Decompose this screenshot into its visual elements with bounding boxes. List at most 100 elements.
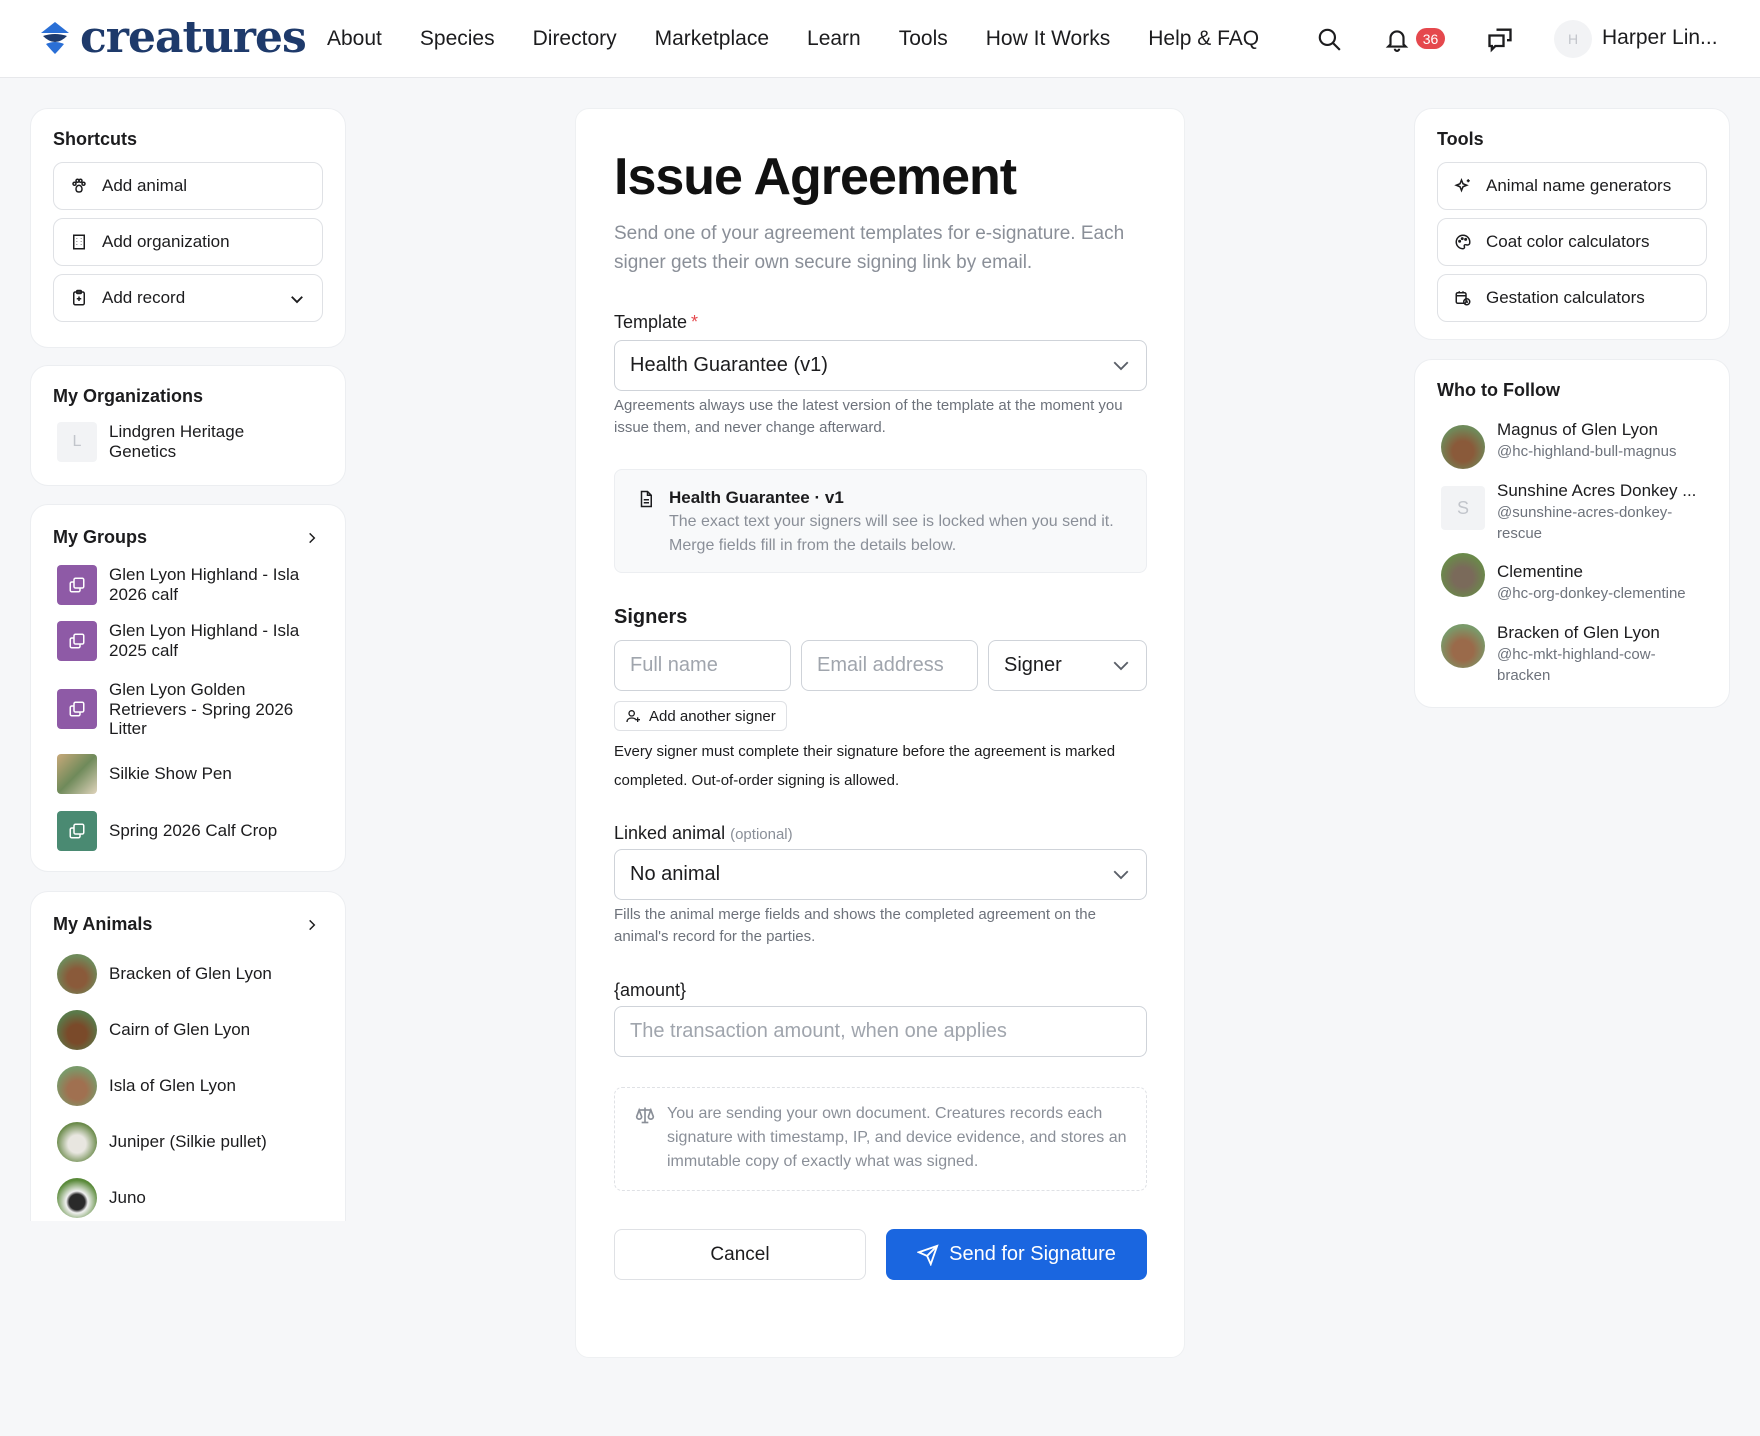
follow-item[interactable]: S Sunshine Acres Donkey ... @sunshine-ac… — [1441, 480, 1697, 544]
optional-tag: (optional) — [730, 826, 793, 843]
group-item[interactable]: Glen Lyon Golden Retrievers - Spring 202… — [57, 680, 309, 739]
follow-handle: @hc-mkt-highland-cow-bracken — [1497, 646, 1656, 684]
signers-title: Signers — [614, 606, 688, 628]
coat-color-calculators-button[interactable]: Coat color calculators — [1437, 218, 1707, 266]
animal-name: Bracken of Glen Lyon — [109, 964, 272, 984]
who-to-follow-card: Who to Follow Magnus of Glen Lyon @hc-hi… — [1414, 359, 1730, 708]
nav-marketplace[interactable]: Marketplace — [636, 27, 788, 51]
messages-icon[interactable] — [1485, 24, 1515, 54]
info-title: Health Guarantee · v1 — [669, 488, 844, 507]
groups-title: My Groups — [53, 527, 148, 547]
send-icon — [917, 1243, 939, 1266]
animal-item[interactable]: Cairn of Glen Lyon — [57, 1010, 250, 1050]
animal-name: Juniper (Silkie pullet) — [109, 1132, 267, 1152]
add-record-label: Add record — [102, 288, 186, 307]
follow-handle: @sunshine-acres-donkey-rescue — [1497, 504, 1673, 542]
animal-item[interactable]: Bracken of Glen Lyon — [57, 954, 272, 994]
user-name[interactable]: Harper Lin... — [1602, 26, 1718, 50]
notification-badge: 36 — [1416, 28, 1445, 49]
template-label-text: Template — [614, 312, 688, 332]
chevron-right-icon[interactable] — [305, 918, 319, 932]
top-navigation-bar: creatures About Species Directory Market… — [0, 0, 1760, 78]
send-for-signature-button[interactable]: Send for Signature — [886, 1229, 1147, 1280]
signer-email-input[interactable]: Email address — [801, 640, 978, 691]
organization-name: Lindgren Heritage Genetics — [109, 422, 245, 461]
document-icon — [640, 490, 652, 508]
sparkles-icon — [1454, 177, 1470, 193]
group-icon — [57, 689, 97, 730]
linked-animal-help: Fills the animal merge fields and shows … — [614, 906, 1096, 945]
chevron-right-icon[interactable] — [305, 531, 319, 545]
user-plus-icon — [626, 710, 640, 723]
animals-card: My Animals Bracken of Glen Lyon Cairn of… — [30, 891, 346, 1221]
template-help-text: Agreements always use the latest version… — [614, 397, 1123, 436]
follow-name: Bracken of Glen Lyon — [1497, 623, 1660, 642]
animals-title: My Animals — [53, 914, 153, 934]
clipboard-plus-icon — [73, 289, 85, 306]
follow-item[interactable]: Magnus of Glen Lyon @hc-highland-bull-ma… — [1441, 419, 1697, 469]
cancel-button[interactable]: Cancel — [614, 1229, 866, 1280]
nav-learn[interactable]: Learn — [788, 27, 880, 51]
shortcuts-title: Shortcuts — [53, 129, 138, 149]
nav-help-faq[interactable]: Help & FAQ — [1129, 27, 1278, 51]
amount-label: {amount} — [614, 980, 687, 1000]
creatures-logo-icon — [41, 22, 69, 54]
nav-directory[interactable]: Directory — [514, 27, 636, 51]
user-avatar[interactable]: H — [1554, 20, 1592, 58]
animal-name: Isla of Glen Lyon — [109, 1076, 236, 1096]
signer-role-select[interactable]: Signer — [988, 640, 1147, 691]
group-icon — [57, 811, 97, 851]
scale-icon — [635, 1107, 655, 1124]
follow-avatar — [1441, 553, 1485, 597]
animal-item[interactable]: Isla of Glen Lyon — [57, 1066, 236, 1106]
follow-name: Magnus of Glen Lyon — [1497, 420, 1658, 439]
nav-species[interactable]: Species — [401, 27, 514, 51]
tool-label: Animal name generators — [1486, 176, 1672, 195]
follow-item[interactable]: Bracken of Glen Lyon @hc-mkt-highland-co… — [1441, 622, 1697, 686]
nav-how-it-works[interactable]: How It Works — [967, 27, 1129, 51]
group-item[interactable]: Glen Lyon Highland - Isla 2026 calf — [57, 565, 309, 605]
nav-about[interactable]: About — [308, 27, 401, 51]
group-icon — [57, 565, 97, 605]
animal-avatar — [57, 1010, 97, 1050]
who-to-follow-title: Who to Follow — [1437, 380, 1560, 400]
animal-avatar — [57, 1066, 97, 1106]
template-select[interactable]: Health Guarantee (v1) — [614, 340, 1147, 391]
animal-item[interactable]: Juno — [57, 1178, 146, 1218]
group-name: Glen Lyon Golden Retrievers - Spring 202… — [109, 680, 294, 739]
signer-role-value: Signer — [1004, 654, 1062, 676]
add-record-button[interactable]: Add record — [53, 274, 323, 322]
follow-handle: @hc-org-donkey-clementine — [1497, 585, 1686, 602]
required-mark: * — [691, 312, 699, 332]
nav-tools[interactable]: Tools — [880, 27, 967, 51]
tools-title: Tools — [1437, 129, 1484, 149]
animal-avatar — [57, 1178, 97, 1218]
animal-item[interactable]: Juniper (Silkie pullet) — [57, 1122, 267, 1162]
bell-icon[interactable] — [1382, 24, 1412, 54]
group-item[interactable]: Glen Lyon Highland - Isla 2025 calf — [57, 621, 309, 661]
animal-name-generators-button[interactable]: Animal name generators — [1437, 162, 1707, 210]
add-signer-button[interactable]: Add another signer — [614, 701, 787, 731]
group-item[interactable]: Spring 2026 Calf Crop — [57, 811, 277, 851]
group-photo — [57, 754, 97, 794]
main-nav: About Species Directory Marketplace Lear… — [308, 0, 1278, 78]
group-item[interactable]: Silkie Show Pen — [57, 754, 232, 794]
follow-item[interactable]: Clementine @hc-org-donkey-clementine — [1441, 553, 1697, 604]
linked-animal-value: No animal — [630, 863, 721, 885]
add-organization-button[interactable]: Add organization — [53, 218, 323, 266]
linked-animal-select[interactable]: No animal — [614, 849, 1147, 900]
signer-fullname-input[interactable]: Full name — [614, 640, 791, 691]
gestation-calculators-button[interactable]: Gestation calculators — [1437, 274, 1707, 322]
legal-notice: You are sending your own document. Creat… — [614, 1087, 1147, 1191]
add-animal-button[interactable]: Add animal — [53, 162, 323, 210]
organization-avatar: L — [57, 422, 97, 462]
amount-input[interactable]: The transaction amount, when one applies — [614, 1006, 1147, 1057]
signers-note: Every signer must complete their signatu… — [614, 743, 1116, 789]
organization-item[interactable]: L Lindgren Heritage Genetics — [57, 422, 289, 462]
brand-logo[interactable]: creatures — [38, 12, 307, 64]
search-icon[interactable] — [1314, 24, 1344, 54]
group-icon — [57, 621, 97, 661]
chevron-down-icon — [291, 296, 303, 304]
template-select-value: Health Guarantee (v1) — [630, 354, 828, 376]
animal-avatar — [57, 954, 97, 994]
